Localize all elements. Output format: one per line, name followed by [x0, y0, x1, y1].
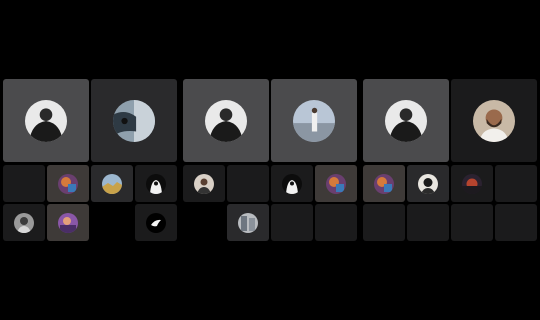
participant-tile[interactable] [183, 79, 269, 162]
portrait-avatar [194, 173, 214, 194]
colorful-avatar [374, 173, 394, 194]
person-standing-avatar [293, 99, 335, 142]
man-portrait-avatar [14, 212, 34, 233]
participant-tile[interactable] [91, 165, 133, 202]
white-headscarf-avatar [282, 173, 302, 194]
street-avatar [238, 212, 258, 233]
participant-tile[interactable] [363, 204, 405, 241]
participant-tile[interactable] [451, 79, 537, 162]
participant-tile[interactable] [227, 204, 269, 241]
participant-tile[interactable] [3, 204, 45, 241]
white-bird-avatar [146, 212, 166, 233]
participant-tile[interactable] [271, 165, 313, 202]
participant-tile[interactable] [91, 79, 177, 162]
participant-tile[interactable] [183, 204, 225, 241]
participant-tile[interactable] [407, 165, 449, 202]
participant-tile[interactable] [451, 204, 493, 241]
participant-tile[interactable] [3, 165, 45, 202]
participant-tile[interactable] [451, 165, 493, 202]
participant-tile[interactable] [407, 204, 449, 241]
dark-portrait-avatar [418, 173, 438, 194]
participant-tile[interactable] [363, 165, 405, 202]
participant-tile[interactable] [135, 204, 177, 241]
bearded-man-avatar [473, 99, 515, 142]
hooded-figure-avatar [385, 99, 427, 142]
purple-avatar [58, 212, 78, 233]
hooded-figure-avatar [205, 99, 247, 142]
participant-tile[interactable] [495, 204, 537, 241]
blue-landscape-avatar [102, 173, 122, 194]
participant-tile[interactable] [271, 79, 357, 162]
face-closeup-avatar [113, 99, 155, 142]
participant-tile[interactable] [363, 79, 449, 162]
participant-tile[interactable] [315, 165, 357, 202]
white-headscarf-avatar [146, 173, 166, 194]
participant-tile[interactable] [183, 165, 225, 202]
participant-tile[interactable] [47, 204, 89, 241]
participant-tile[interactable] [227, 165, 269, 202]
participant-tile[interactable] [271, 204, 313, 241]
sunset-avatar [462, 173, 482, 194]
participant-tile[interactable] [495, 165, 537, 202]
colorful-avatar [326, 173, 346, 194]
participant-tile[interactable] [91, 204, 133, 241]
participant-tile[interactable] [315, 204, 357, 241]
colorful-avatar [58, 173, 78, 194]
participant-tile[interactable] [47, 165, 89, 202]
participant-tile[interactable] [135, 165, 177, 202]
hooded-figure-avatar [25, 99, 67, 142]
participant-tile[interactable] [3, 79, 89, 162]
video-call-grid [0, 0, 540, 320]
